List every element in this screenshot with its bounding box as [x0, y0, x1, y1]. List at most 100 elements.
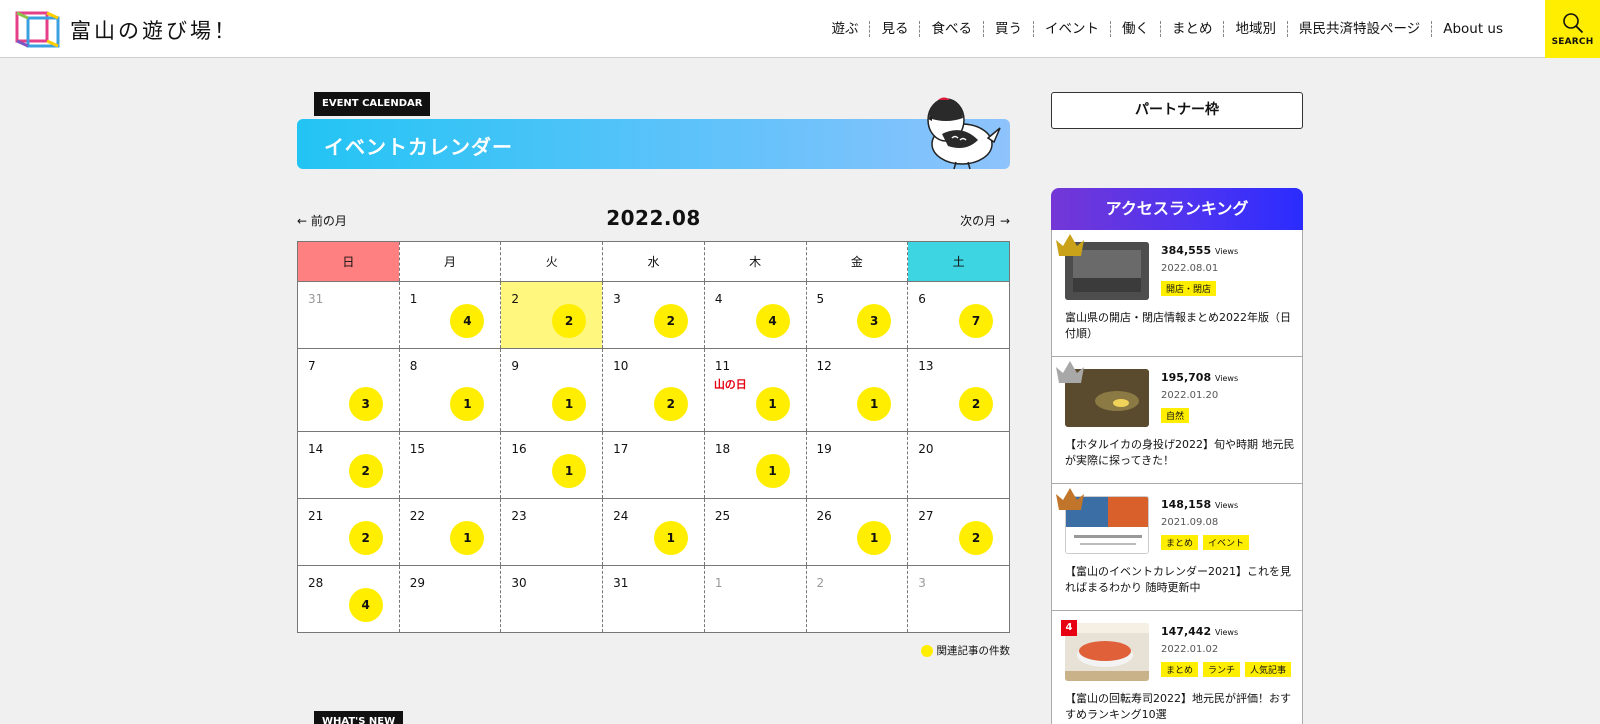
site-logo-icon[interactable] [12, 8, 64, 50]
nav-item-matome[interactable]: まとめ [1159, 20, 1224, 37]
event-count-badge[interactable]: 1 [857, 387, 892, 421]
calendar-day-cell[interactable]: 15 [399, 431, 502, 499]
search-icon [1562, 12, 1583, 33]
calendar-day-cell[interactable]: 14 2 [297, 431, 400, 499]
event-count-badge[interactable]: 1 [755, 454, 790, 488]
tag-matome[interactable]: まとめ [1161, 662, 1199, 677]
event-count-badge[interactable]: 2 [653, 387, 688, 421]
ranking-item-2[interactable]: 195,708 Views 2022.01.20 自然 【ホタルイカの身投げ20… [1052, 357, 1302, 484]
calendar-day-cell[interactable]: 29 [399, 565, 502, 633]
nav-item-about[interactable]: About us [1431, 20, 1514, 37]
calendar-day-cell[interactable]: 14 [399, 281, 502, 349]
event-count-badge[interactable]: 1 [755, 387, 790, 421]
calendar-day-cell[interactable]: 1 [704, 565, 807, 633]
calendar-day-cell[interactable]: 91 [500, 348, 604, 432]
ranking-thumbnail[interactable] [1065, 623, 1149, 681]
search-label: SEARCH [1551, 36, 1594, 47]
day-number: 19 [816, 442, 832, 456]
event-count-badge[interactable]: 4 [348, 588, 383, 622]
event-count-badge[interactable]: 4 [755, 304, 790, 338]
day-number: 6 [918, 292, 926, 306]
calendar-day-cell[interactable]: 18 1 [704, 431, 807, 499]
calendar-day-cell[interactable]: 23 [500, 498, 604, 566]
calendar-day-cell[interactable]: 19 [806, 431, 909, 499]
ranking-title[interactable]: 富山県の開店・閉店情報まとめ2022年版（日付順） [1065, 310, 1295, 342]
event-count-badge[interactable]: 4 [450, 304, 485, 338]
calendar-day-cell[interactable]: 25 [704, 498, 807, 566]
event-count-badge[interactable]: 1 [552, 454, 587, 488]
search-button[interactable]: SEARCH [1545, 0, 1600, 58]
calendar-day-cell[interactable]: 31 [297, 281, 400, 349]
event-count-badge[interactable]: 2 [348, 454, 383, 488]
nav-item-taberu[interactable]: 食べる [919, 20, 983, 37]
ranking-title[interactable]: 【富山のイベントカレンダー2021】これを見ればまるわかり 随時更新中 [1065, 564, 1295, 596]
calendar-day-cell[interactable]: 22 1 [399, 498, 502, 566]
calendar-body: 31 1 4 2 2 3 2 4 4 5 3 6 7 7 3 8 1 9 1 10 2 11 山の日 1 12 1 13 2 14 2 15… [297, 281, 1010, 633]
calendar-day-cell[interactable]: 53 [806, 281, 909, 349]
site-name[interactable]: 富山の遊び場！ [70, 15, 238, 45]
tag-matome[interactable]: まとめ [1161, 535, 1199, 550]
tag-lunch[interactable]: ランチ [1203, 662, 1241, 677]
day-number: 2 [816, 576, 825, 590]
access-ranking-title: アクセスランキング [1051, 188, 1303, 230]
calendar-day-cell[interactable]: 10 2 [602, 348, 705, 432]
ranking-item-3[interactable]: 148,158 Views 2021.09.08 まとめ イベント 【富山のイベ… [1052, 484, 1302, 611]
nav-item-event[interactable]: イベント [1032, 20, 1110, 37]
nav-item-miru[interactable]: 見る [869, 20, 919, 37]
event-count-badge[interactable]: 2 [348, 521, 383, 555]
ranking-title[interactable]: 【ホタルイカの身投げ2022】旬や時期 地元民が実際に探ってきた！ [1065, 437, 1295, 469]
nav-item-region[interactable]: 地域別 [1223, 20, 1287, 37]
calendar-day-cell[interactable]: 17 [602, 431, 705, 499]
nav-item-asobu[interactable]: 遊ぶ [820, 21, 869, 37]
next-month-link[interactable]: 次の月 → [960, 212, 1010, 229]
calendar-day-cell[interactable]: 27 2 [907, 498, 1010, 566]
event-count-badge[interactable]: 1 [450, 521, 485, 555]
event-count-badge[interactable]: 2 [959, 387, 993, 421]
tag-nature[interactable]: 自然 [1161, 408, 1190, 423]
calendar-day-cell[interactable]: 24 1 [602, 498, 705, 566]
weekday-sat: 土 [907, 241, 1010, 282]
calendar-day-cell[interactable]: 67 [907, 281, 1010, 349]
calendar-day-cell[interactable]: 22 [500, 281, 604, 349]
event-count-badge[interactable]: 1 [552, 387, 587, 421]
calendar-day-cell[interactable]: 16 1 [500, 431, 604, 499]
calendar-day-cell[interactable]: 26 1 [806, 498, 909, 566]
calendar-day-cell[interactable]: 28 4 [297, 565, 400, 633]
event-count-badge[interactable]: 1 [450, 387, 485, 421]
nav-item-kenmin-kyosai[interactable]: 県民共済特設ページ [1286, 20, 1431, 37]
event-count-badge[interactable]: 1 [653, 521, 688, 555]
event-count-badge[interactable]: 2 [959, 521, 993, 555]
nav-item-hataraku[interactable]: 働く [1109, 20, 1160, 37]
event-count-badge[interactable]: 2 [552, 304, 587, 338]
calendar-day-cell[interactable]: 3 [907, 565, 1010, 633]
calendar-day-cell[interactable]: 12 1 [806, 348, 909, 432]
tag-open-close[interactable]: 開店・閉店 [1161, 281, 1217, 296]
ranking-title[interactable]: 【富山の回転寿司2022】地元民が評価！おすすめランキング10選 [1065, 691, 1295, 723]
day-number: 31 [308, 292, 324, 306]
partner-button[interactable]: パートナー枠 [1051, 92, 1303, 129]
calendar-day-cell[interactable]: 13 2 [907, 348, 1010, 432]
day-number: 1 [409, 292, 418, 306]
calendar-day-cell[interactable]: 32 [602, 281, 705, 349]
event-count-badge[interactable]: 2 [653, 304, 688, 338]
calendar-day-cell[interactable]: 11 山の日 1 [704, 348, 807, 432]
nav-item-kau[interactable]: 買う [982, 20, 1033, 37]
ranking-date: 2021.09.08 [1161, 517, 1219, 528]
event-count-badge[interactable]: 7 [959, 304, 993, 338]
calendar-day-cell[interactable]: 30 [500, 565, 604, 633]
day-number: 28 [308, 576, 324, 590]
tag-popular[interactable]: 人気記事 [1245, 662, 1292, 677]
event-count-badge[interactable]: 3 [857, 304, 892, 338]
calendar-day-cell[interactable]: 44 [704, 281, 807, 349]
calendar-day-cell[interactable]: 2 [806, 565, 909, 633]
tag-event[interactable]: イベント [1203, 535, 1250, 550]
ranking-item-4[interactable]: 4 147,442 Views 2022.01.02 まとめ ランチ 人気記事 … [1052, 611, 1302, 724]
event-count-badge[interactable]: 1 [857, 521, 892, 555]
calendar-day-cell[interactable]: 31 [602, 565, 705, 633]
calendar-day-cell[interactable]: 20 [907, 431, 1010, 499]
calendar-day-cell[interactable]: 81 [399, 348, 502, 432]
calendar-day-cell[interactable]: 73 [297, 348, 400, 432]
ranking-item-1[interactable]: 384,555 Views 2022.08.01 開店・閉店 富山県の開店・閉店… [1052, 230, 1302, 357]
event-count-badge[interactable]: 3 [348, 387, 383, 421]
calendar-day-cell[interactable]: 21 2 [297, 498, 400, 566]
